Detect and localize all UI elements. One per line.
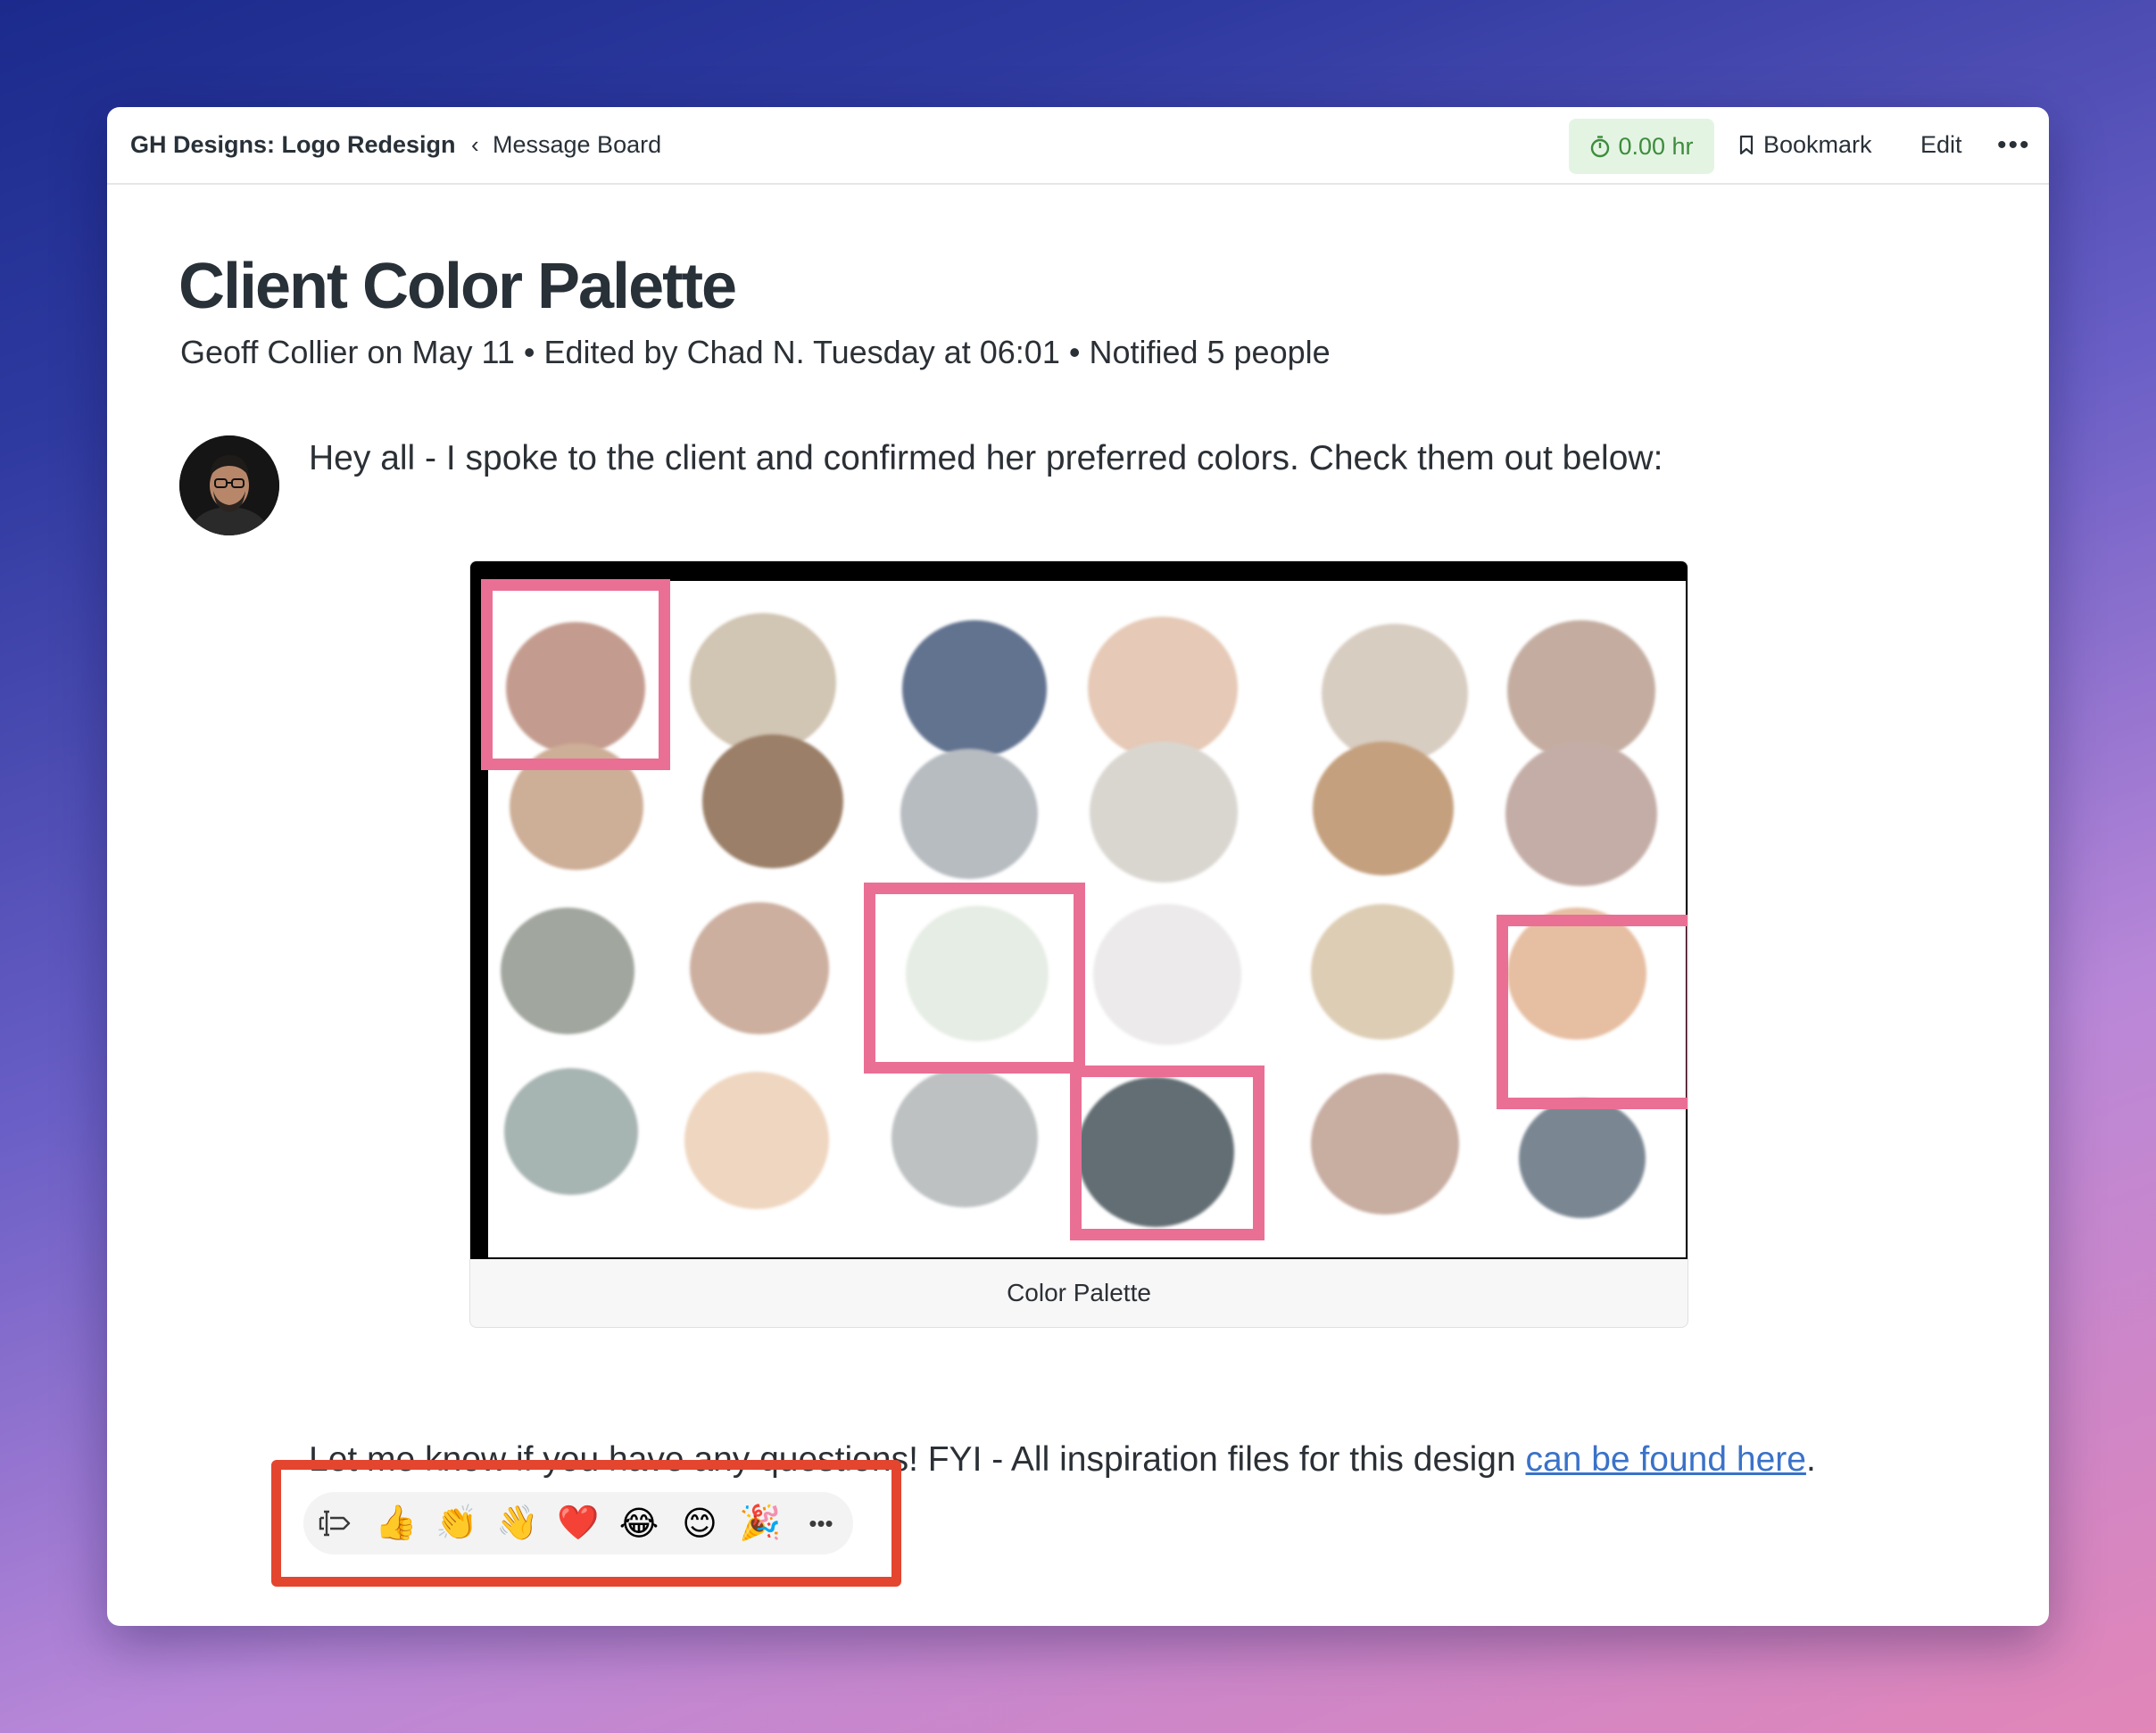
smiling-face-icon[interactable]: 😊: [669, 1492, 730, 1555]
message-window: GH Designs: Logo Redesign ‹ Message Boar…: [107, 107, 2049, 1626]
bookmark-icon: [1739, 135, 1754, 154]
avatar[interactable]: [179, 435, 279, 535]
boost-icon[interactable]: [303, 1492, 366, 1555]
thumbs-up-icon[interactable]: 👍: [366, 1492, 427, 1555]
message-title: Client Color Palette: [178, 251, 737, 322]
color-swatch: [702, 734, 843, 868]
swatch-highlight-box: [481, 579, 670, 770]
more-options-icon[interactable]: •••: [1997, 107, 2031, 183]
color-palette-image: [470, 561, 1687, 1259]
more-reactions-icon[interactable]: •••: [791, 1492, 851, 1555]
heart-icon[interactable]: ❤️: [548, 1492, 609, 1555]
color-swatch: [891, 1068, 1038, 1207]
color-swatch: [1088, 617, 1238, 759]
timer-label: 0.00 hr: [1618, 132, 1694, 160]
color-swatch: [1311, 1074, 1459, 1215]
message-intro-text: Hey all - I spoke to the client and conf…: [309, 439, 1663, 477]
inspiration-files-link[interactable]: can be found here: [1526, 1440, 1806, 1479]
edit-button[interactable]: Edit: [1920, 107, 1962, 183]
reaction-bar: 👍 👏 👋 ❤️ 😂 😊 🎉 •••: [303, 1492, 853, 1555]
clapping-hands-icon[interactable]: 👏: [427, 1492, 487, 1555]
message-meta: Geoff Collier on May 11 • Edited by Chad…: [180, 334, 1331, 370]
color-swatch: [1313, 742, 1454, 875]
color-swatch: [690, 902, 829, 1034]
palette-canvas: [481, 579, 1687, 1257]
color-swatch: [1311, 904, 1454, 1040]
color-swatch: [900, 749, 1038, 879]
color-swatch: [1090, 742, 1238, 883]
color-swatch: [1093, 904, 1241, 1045]
color-swatch: [902, 620, 1047, 758]
tears-of-joy-icon[interactable]: 😂: [609, 1492, 669, 1555]
swatch-highlight-box: [864, 883, 1085, 1074]
party-popper-icon[interactable]: 🎉: [730, 1492, 791, 1555]
bookmark-label: Bookmark: [1763, 131, 1872, 158]
swatch-highlight-box: [1497, 915, 1687, 1109]
bookmark-button[interactable]: Bookmark: [1738, 107, 1872, 183]
timer-button[interactable]: 0.00 hr: [1569, 119, 1714, 174]
image-caption: Color Palette: [1007, 1279, 1151, 1306]
color-swatch: [690, 613, 836, 752]
waving-hand-icon[interactable]: 👋: [487, 1492, 548, 1555]
body-trailing-text: .: [1805, 1440, 1816, 1479]
breadcrumb-message-board-link[interactable]: Message Board: [493, 131, 661, 159]
breadcrumb-project-link[interactable]: GH Designs: Logo Redesign: [130, 131, 456, 159]
color-swatch: [501, 908, 634, 1034]
stopwatch-icon: [1591, 136, 1610, 158]
color-swatch: [1505, 742, 1657, 886]
color-swatch: [684, 1072, 829, 1209]
top-bar: GH Designs: Logo Redesign ‹ Message Boar…: [107, 107, 2049, 185]
author-portrait: [179, 435, 279, 535]
swatch-highlight-box: [1070, 1066, 1265, 1240]
color-swatch: [504, 1068, 638, 1195]
color-swatch: [1519, 1099, 1646, 1218]
image-attachment[interactable]: Color Palette: [469, 560, 1688, 1328]
chevron-left-icon: ‹: [471, 131, 479, 158]
color-swatch: [1507, 620, 1655, 761]
